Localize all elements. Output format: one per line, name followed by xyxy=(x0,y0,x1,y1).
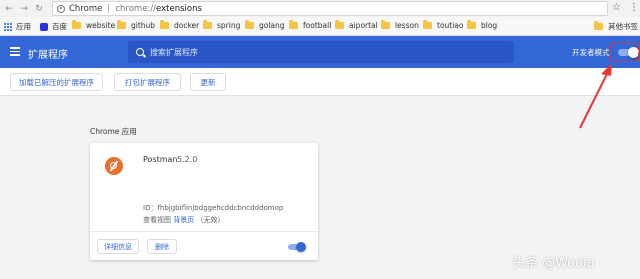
bookmark-label: 百度 xyxy=(52,22,67,31)
extensions-header: 扩展程序 开发者模式 xyxy=(0,36,640,68)
extension-name: Postman xyxy=(143,155,178,164)
folder-icon xyxy=(594,21,603,30)
bookmark-docker[interactable]: docker xyxy=(160,20,200,30)
bookmarks-bar: 应用 百度 website github docker spring golan… xyxy=(0,17,640,36)
chrome-page-icon xyxy=(57,4,65,13)
details-button[interactable]: 详细信息 xyxy=(97,239,139,254)
extension-version: 5.2.0 xyxy=(177,155,198,164)
folder-icon xyxy=(289,20,298,29)
omnibox[interactable]: Chrome chrome://extensions xyxy=(52,1,608,16)
address-bar-row: ← → ↻ Chrome chrome://extensions ☆ ⋮ xyxy=(0,0,640,17)
bookmark-baidu[interactable]: 百度 xyxy=(40,21,67,32)
folder-icon xyxy=(117,20,126,29)
folder-icon xyxy=(245,20,254,29)
bookmark-other[interactable]: 其他书签 xyxy=(594,21,638,32)
pack-extension-button[interactable]: 打包扩展程序 xyxy=(114,73,181,91)
more-menu-icon[interactable]: ⋮ xyxy=(629,2,639,14)
inspect-views-label: 查看视图 xyxy=(143,216,171,224)
folder-icon xyxy=(72,20,81,29)
bookmark-label: blog xyxy=(481,21,498,30)
search-input[interactable] xyxy=(150,47,490,57)
bookmark-apps[interactable]: 应用 xyxy=(4,21,31,32)
bookmark-label: 应用 xyxy=(16,22,31,31)
forward-icon[interactable]: → xyxy=(18,3,30,15)
toggle-knob xyxy=(296,242,306,252)
bookmark-label: 其他书签 xyxy=(608,22,638,31)
bookmark-golang[interactable]: golang xyxy=(245,20,285,30)
inspect-views: 查看视图 背景页 （无效） xyxy=(143,215,224,225)
omnibox-url[interactable]: chrome://extensions xyxy=(115,4,202,14)
extension-id: ID：fhbjgbiflinjbdggehcddcbncdddomop xyxy=(143,204,284,212)
inspect-views-status: （无效） xyxy=(196,216,225,224)
folder-icon xyxy=(467,20,476,29)
folder-icon xyxy=(335,20,344,29)
remove-button[interactable]: 删除 xyxy=(147,239,177,254)
card-divider xyxy=(90,231,318,232)
bookmark-label: spring xyxy=(217,21,241,30)
bookmark-label: github xyxy=(131,21,156,30)
hamburger-menu-icon[interactable] xyxy=(10,47,20,56)
bookmark-label: lesson xyxy=(395,21,419,30)
back-icon[interactable]: ← xyxy=(3,3,15,15)
background-page-link[interactable]: 背景页 xyxy=(173,216,194,224)
apps-icon xyxy=(4,22,12,31)
bookmark-label: football xyxy=(303,21,332,30)
bookmark-football[interactable]: football xyxy=(289,20,332,30)
bookmark-spring[interactable]: spring xyxy=(203,20,241,30)
reload-icon[interactable]: ↻ xyxy=(33,3,45,15)
bookmark-website[interactable]: website xyxy=(72,20,116,30)
developer-mode-label: 开发者模式 xyxy=(572,48,610,57)
bookmark-toutiao[interactable]: toutiao xyxy=(423,20,464,30)
bookmark-label: aiportal xyxy=(349,21,378,30)
bookmark-label: docker xyxy=(174,21,200,30)
bookmark-label: golang xyxy=(259,21,285,30)
postman-icon xyxy=(105,157,123,175)
folder-icon xyxy=(203,20,212,29)
bookmark-lesson[interactable]: lesson xyxy=(381,20,419,30)
bookmark-label: website xyxy=(86,21,116,30)
extension-card: Postman 5.2.0 ID：fhbjgbiflinjbdggehcddcb… xyxy=(90,143,318,260)
extensions-toolbar: 加载已解压的扩展程序 打包扩展程序 更新 xyxy=(0,68,640,96)
folder-icon xyxy=(423,20,432,29)
bookmark-label: toutiao xyxy=(437,21,464,30)
bookmark-aiportal[interactable]: aiportal xyxy=(335,20,378,30)
search-icon xyxy=(136,48,144,56)
extension-enable-toggle[interactable] xyxy=(288,242,306,252)
folder-icon xyxy=(160,20,169,29)
section-title: Chrome 应用 xyxy=(90,127,137,136)
bookmark-blog[interactable]: blog xyxy=(467,20,498,30)
watermark: 头条 @Woola xyxy=(512,256,595,271)
omnibox-label: Chrome xyxy=(69,3,103,14)
omnibox-separator xyxy=(108,4,110,13)
bookmark-star-icon[interactable]: ☆ xyxy=(612,2,621,13)
url-path: extensions xyxy=(156,3,202,14)
update-button[interactable]: 更新 xyxy=(190,73,226,91)
url-scheme: chrome:// xyxy=(115,3,157,14)
page-title: 扩展程序 xyxy=(28,50,68,61)
folder-icon xyxy=(381,20,390,29)
baidu-icon xyxy=(40,22,48,31)
annotation-highlight-box xyxy=(610,43,639,62)
bookmark-github[interactable]: github xyxy=(117,20,156,30)
load-unpacked-button[interactable]: 加载已解压的扩展程序 xyxy=(10,73,103,91)
search-box[interactable] xyxy=(128,41,514,63)
